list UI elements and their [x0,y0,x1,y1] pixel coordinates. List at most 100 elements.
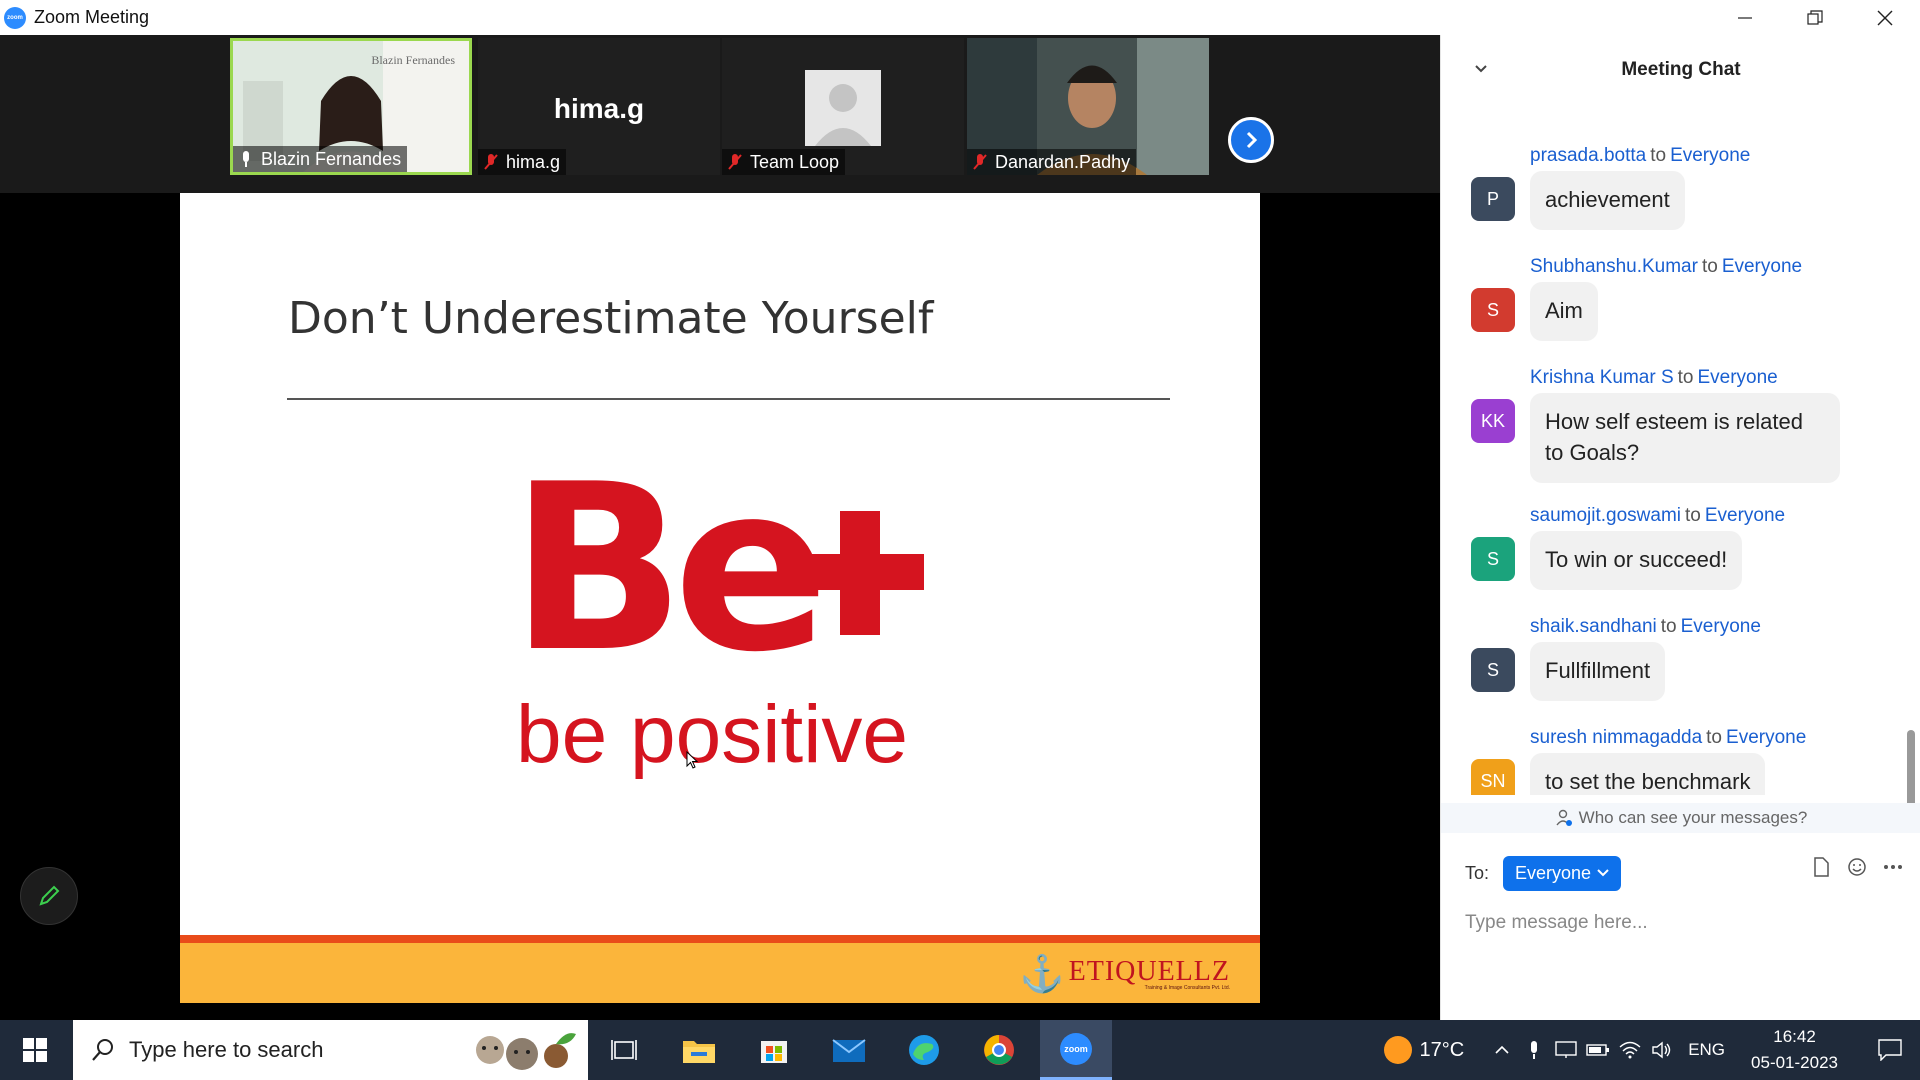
chrome-browser-icon [984,1035,1014,1065]
message-bubble[interactable]: achievement [1530,171,1685,230]
microsoft-store-button[interactable] [740,1020,808,1080]
volume-button[interactable] [1646,1020,1678,1080]
message-recipient[interactable]: Everyone [1726,727,1806,748]
video-tile-team-loop[interactable]: Team Loop [722,38,964,175]
chat-tools [1809,855,1905,879]
store-icon [761,1041,787,1063]
chrome-button[interactable] [965,1020,1033,1080]
chat-message-list[interactable]: P prasada.botta to Everyone achievement S … [1441,105,1901,795]
monitor-icon [1555,1041,1577,1058]
microphone-tray-button[interactable] [1518,1020,1550,1080]
speaker-volume-icon [1652,1041,1671,1059]
slide-big-text: Be [510,436,829,703]
more-options-button[interactable] [1881,855,1905,879]
participant-name-bar: Blazin Fernandes [233,146,408,172]
file-share-button[interactable] [1809,855,1833,879]
emoji-button[interactable] [1845,855,1869,879]
message-recipient[interactable]: Everyone [1705,505,1785,526]
avatar: S [1471,648,1515,692]
message-recipient[interactable]: Everyone [1681,616,1761,637]
meeting-area: Blazin Fernandes Blazin Fernandes hima.g… [0,35,1440,1020]
search-icon [92,1039,113,1061]
weather-widget[interactable]: 17°C [1383,1036,1465,1064]
message-bubble[interactable]: Aim [1530,282,1598,341]
wifi-button[interactable] [1614,1020,1646,1080]
taskbar-clock[interactable]: 16:42 05-01-2023 [1751,1024,1838,1076]
battery-button[interactable] [1582,1020,1614,1080]
chevron-down-icon [1597,869,1609,877]
message-header: suresh nimmagadda to Everyone [1530,727,1806,749]
taskbar-search-box[interactable]: Type here to search [73,1020,588,1080]
participant-name-bar: Danardan.Padhy [967,149,1137,175]
message-recipient[interactable]: Everyone [1697,367,1777,388]
avatar: S [1471,288,1515,332]
message-recipient[interactable]: Everyone [1722,256,1802,277]
message-sender[interactable]: shaik.sandhani [1530,616,1657,637]
message-header: Shubhanshu.Kumar to Everyone [1530,256,1802,278]
edge-button[interactable] [890,1020,958,1080]
minimize-button[interactable] [1710,0,1780,35]
message-to: to [1706,727,1723,748]
avatar: P [1471,177,1515,221]
annotate-button[interactable] [20,867,78,925]
restore-button[interactable] [1780,0,1850,35]
search-highlight-image [476,1033,576,1070]
person-icon [1556,809,1572,826]
weather-temperature: 17°C [1419,1038,1465,1061]
message-bubble[interactable]: How self esteem is related to Goals? [1530,393,1840,483]
input-language-indicator[interactable]: ENG [1688,1040,1725,1060]
recipient-value: Everyone [1515,862,1592,883]
notification-center-button[interactable] [1860,1020,1920,1080]
message-sender[interactable]: suresh nimmagadda [1530,727,1702,748]
restore-icon [1807,9,1823,25]
windows-taskbar: Type here to search zoom 17°C ENG 16:42 … [0,1020,1920,1080]
privacy-text: Who can see your messages? [1578,808,1808,827]
close-button[interactable] [1850,0,1920,35]
wifi-icon [1619,1041,1641,1059]
message-to: to [1701,256,1718,277]
message-header: saumojit.goswami to Everyone [1530,505,1785,527]
next-participants-button[interactable] [1228,117,1274,163]
task-view-icon [611,1040,637,1060]
video-strip: Blazin Fernandes Blazin Fernandes hima.g… [0,35,1440,193]
message-bubble[interactable]: Fullfillment [1530,642,1666,701]
message-bubble[interactable]: to set the benchmark [1530,753,1766,795]
message-sender[interactable]: prasada.botta [1530,145,1646,166]
message-input[interactable] [1465,903,1895,943]
message-recipient[interactable]: Everyone [1670,145,1750,166]
system-tray: 17°C ENG 16:42 05-01-2023 [1383,1020,1920,1080]
show-hidden-icons-button[interactable] [1486,1020,1518,1080]
plus-sign-horizontal [796,554,924,590]
network-monitor-button[interactable] [1550,1020,1582,1080]
start-button[interactable] [0,1020,70,1080]
video-tile-blazin[interactable]: Blazin Fernandes Blazin Fernandes [230,38,472,175]
message-privacy-link[interactable]: Who can see your messages? [1441,803,1920,833]
mail-icon [832,1039,866,1062]
video-tile-hima[interactable]: hima.g hima.g [478,38,720,175]
zoom-taskbar-button[interactable]: zoom [1040,1020,1112,1080]
file-explorer-button[interactable] [665,1020,733,1080]
folder-icon [683,1041,715,1063]
recipient-dropdown[interactable]: Everyone [1503,855,1622,891]
video-overlay-text: Blazin Fernandes [371,53,455,67]
message-sender[interactable]: saumojit.goswami [1530,505,1681,526]
mail-button[interactable] [815,1020,883,1080]
brand-name: ETIQUELLZ [1068,955,1230,987]
avatar: SN [1471,759,1515,795]
to-label: To: [1465,862,1490,883]
microphone-icon [1531,1041,1538,1059]
video-tile-danardan[interactable]: Danardan.Padhy [967,38,1209,175]
muted-mic-icon [726,152,744,172]
battery-icon [1586,1044,1610,1056]
message-sender[interactable]: Krishna Kumar S [1530,367,1674,388]
window-title: Zoom Meeting [34,7,150,27]
message-sender[interactable]: Shubhanshu.Kumar [1530,256,1698,277]
task-view-button[interactable] [590,1020,658,1080]
file-icon [1814,857,1829,877]
zoom-logo-icon: zoom [4,6,26,29]
chevron-up-icon [1495,1045,1509,1054]
collapse-chat-button[interactable] [1469,57,1493,81]
message-to: to [1685,505,1701,526]
slide-tagline: be positive [516,689,909,780]
message-bubble[interactable]: To win or succeed! [1530,531,1743,590]
